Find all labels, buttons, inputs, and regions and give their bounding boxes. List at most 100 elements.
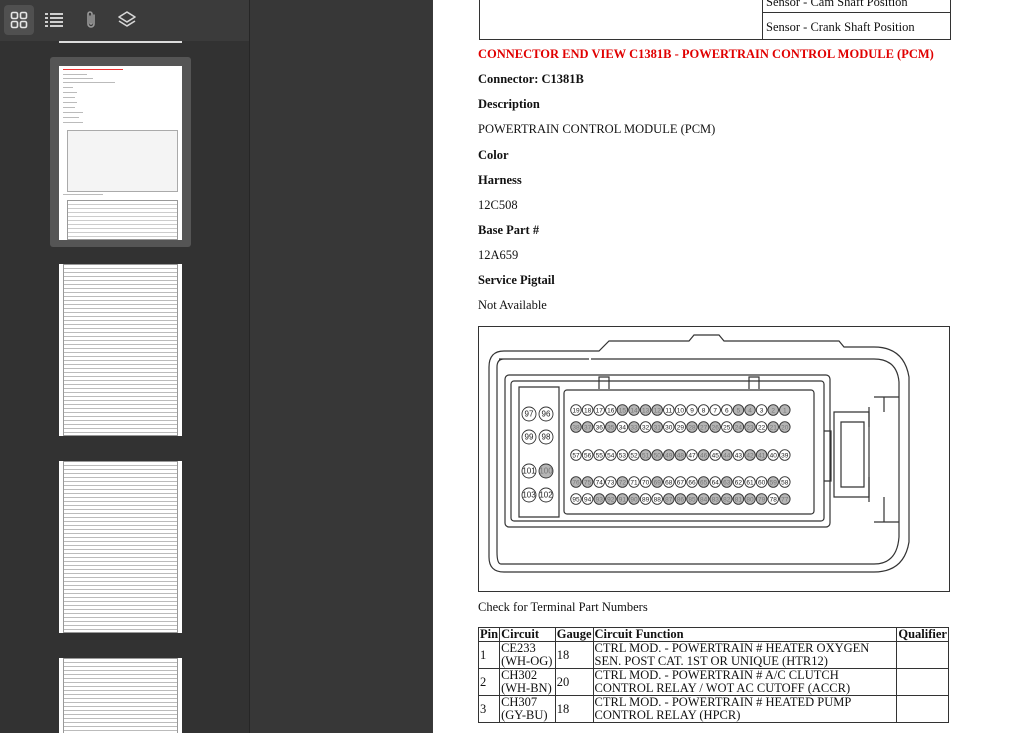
svg-text:19: 19 xyxy=(572,408,580,415)
connector-pin: 96 xyxy=(538,406,554,422)
svg-text:88: 88 xyxy=(654,497,662,504)
pin-cell: 3 xyxy=(477,695,501,723)
connector-pin: 80 xyxy=(744,493,756,505)
connector-pin: 87 xyxy=(663,493,675,505)
svg-text:36: 36 xyxy=(596,425,604,432)
svg-text:2: 2 xyxy=(771,408,775,415)
svg-text:3: 3 xyxy=(760,408,764,415)
svg-text:96: 96 xyxy=(542,410,551,419)
connector-pin: 8 xyxy=(697,404,710,416)
connector-pin: 81 xyxy=(732,493,745,505)
svg-text:40: 40 xyxy=(770,453,778,460)
svg-text:53: 53 xyxy=(619,453,627,460)
connector-pin: 25 xyxy=(721,421,733,433)
svg-text:34: 34 xyxy=(619,425,627,432)
svg-text:75: 75 xyxy=(584,480,592,487)
connector-pin: 34 xyxy=(616,421,629,433)
svg-text:70: 70 xyxy=(642,480,650,487)
page-thumbnail-partial[interactable] xyxy=(59,41,182,43)
connector-pin: 56 xyxy=(581,449,594,461)
connector-pin: 32 xyxy=(639,421,652,433)
svg-text:79: 79 xyxy=(758,497,766,504)
connector-pin: 61 xyxy=(744,476,756,488)
connector-pin: 33 xyxy=(628,421,640,433)
connector-pin: 66 xyxy=(686,476,698,488)
thumbnails-view-button[interactable] xyxy=(4,5,34,35)
connector-pin: 41 xyxy=(755,449,768,461)
connector-pin: 88 xyxy=(651,493,663,505)
svg-text:66: 66 xyxy=(688,480,696,487)
svg-text:7: 7 xyxy=(713,408,717,415)
gauge-cell: 18 xyxy=(554,641,594,669)
svg-text:97: 97 xyxy=(525,410,534,419)
svg-text:84: 84 xyxy=(700,497,708,504)
svg-text:23: 23 xyxy=(746,425,754,432)
connector-pin: 84 xyxy=(697,493,710,505)
gauge-cell: 18 xyxy=(554,695,594,723)
svg-text:12: 12 xyxy=(654,408,662,415)
connector-pin: 11 xyxy=(663,404,675,416)
connector-pin: 53 xyxy=(616,449,629,461)
pin-header: Pin xyxy=(477,627,501,642)
svg-text:82: 82 xyxy=(723,497,731,504)
outline-view-button[interactable] xyxy=(39,5,69,35)
svg-text:64: 64 xyxy=(712,480,720,487)
svg-text:76: 76 xyxy=(572,480,580,487)
table-row: 1 CE233 (WH-OG) 18 CTRL MOD. - POWERTRAI… xyxy=(477,641,949,669)
svg-text:29: 29 xyxy=(677,425,685,432)
svg-text:61: 61 xyxy=(746,480,754,487)
connector-pin: 16 xyxy=(605,404,617,416)
qualifier-header: Qualifier xyxy=(896,627,949,642)
connector-pin: 2 xyxy=(767,404,779,416)
base-part-value: 12A659 xyxy=(478,248,519,262)
previous-table-fragment: Sensor - Cam Shaft Position Sensor - Cra… xyxy=(479,0,951,40)
svg-text:13: 13 xyxy=(642,408,650,415)
svg-text:49: 49 xyxy=(665,453,673,460)
connector-pin: 9 xyxy=(686,404,698,416)
connector-pin: 89 xyxy=(639,493,652,505)
description-value: POWERTRAIN CONTROL MODULE (PCM) xyxy=(478,122,716,136)
page-thumbnail-4[interactable] xyxy=(59,658,182,733)
viewer-background xyxy=(250,0,432,733)
connector-pin: 63 xyxy=(721,476,733,488)
connector-pin: 12 xyxy=(651,404,663,416)
circuit-cell: CE233 (WH-OG) xyxy=(499,641,556,669)
connector-pin: 86 xyxy=(674,493,687,505)
page-thumbnail-2[interactable] xyxy=(59,264,182,436)
page-thumbnail-3[interactable] xyxy=(59,461,182,633)
page-thumbnail-1[interactable] xyxy=(59,66,182,240)
connector-pin: 59 xyxy=(767,476,779,488)
svg-text:56: 56 xyxy=(584,453,592,460)
svg-text:95: 95 xyxy=(572,497,580,504)
section-heading: CONNECTOR END VIEW C1381B - POWERTRAIN C… xyxy=(478,47,934,61)
svg-text:77: 77 xyxy=(781,497,789,504)
svg-text:10: 10 xyxy=(677,408,685,415)
connector-pin: 58 xyxy=(779,476,791,488)
connector-pin: 73 xyxy=(605,476,617,488)
table-row: 3 CH307 (GY-BU) 18 CTRL MOD. - POWERTRAI… xyxy=(477,695,949,723)
circuit-cell: CH307 (GY-BU) xyxy=(499,695,556,723)
svg-text:51: 51 xyxy=(642,453,650,460)
connector-pin: 5 xyxy=(732,404,745,416)
attachments-view-button[interactable] xyxy=(76,5,106,35)
connector-pin: 72 xyxy=(616,476,629,488)
harness-label: Harness xyxy=(478,173,522,187)
svg-text:103: 103 xyxy=(522,491,536,500)
svg-text:17: 17 xyxy=(596,408,604,415)
svg-text:4: 4 xyxy=(748,408,752,415)
connector-pin: 22 xyxy=(755,421,768,433)
layers-view-button[interactable] xyxy=(112,5,142,35)
connector-pin: 76 xyxy=(570,476,582,488)
qualifier-cell xyxy=(896,695,949,723)
connector-pin: 6 xyxy=(721,404,733,416)
svg-text:50: 50 xyxy=(654,453,662,460)
connector-pin: 15 xyxy=(616,404,629,416)
connector-pin: 43 xyxy=(732,449,745,461)
svg-text:6: 6 xyxy=(725,408,729,415)
svg-text:15: 15 xyxy=(619,408,627,415)
svg-text:81: 81 xyxy=(735,497,743,504)
circuit-header: Circuit xyxy=(499,627,556,642)
connector-pin: 39 xyxy=(779,449,791,461)
connector-pin: 7 xyxy=(709,404,721,416)
connector-pin: 75 xyxy=(581,476,594,488)
